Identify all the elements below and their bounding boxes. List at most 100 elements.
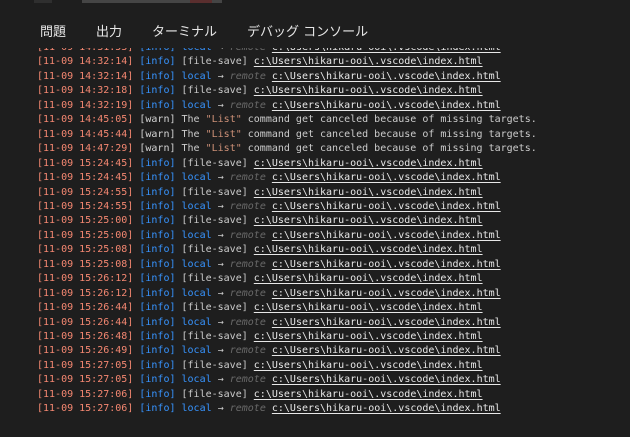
log-level: [info] (139, 244, 176, 256)
file-path-link[interactable]: c:\Users\hikaru-ooi\.vscode\index.html (254, 360, 483, 371)
arrow-icon: → (217, 70, 224, 82)
log-timestamp: [11-09 15:26:48] (37, 331, 134, 342)
tab-debug-console[interactable]: デバッグ コンソール (247, 16, 368, 50)
log-target: remote (229, 70, 266, 82)
file-path-link[interactable]: c:\Users\hikaru-ooi\.vscode\index.html (272, 259, 501, 270)
log-level: [info] (139, 70, 176, 82)
log-level: [info] (139, 345, 176, 357)
log-message-quoted: "List" (205, 128, 242, 140)
log-tag: [file-save] (181, 186, 248, 198)
log-source: local (181, 258, 212, 270)
file-path-link[interactable]: c:\Users\hikaru-ooi\.vscode\index.html (254, 85, 483, 96)
log-line: [11-09 14:47:29] [warn] The "List" comma… (37, 142, 537, 156)
log-source: local (181, 374, 212, 386)
log-timestamp: [11-09 15:26:44] (37, 316, 134, 328)
file-path-link[interactable]: c:\Users\hikaru-ooi\.vscode\index.html (272, 100, 501, 111)
arrow-icon: → (217, 229, 224, 241)
file-path-link[interactable]: c:\Users\hikaru-ooi\.vscode\index.html (254, 273, 483, 284)
log-line: [11-09 15:27:05] [info] [file-save] c:\U… (37, 359, 483, 373)
log-timestamp: [11-09 15:27:05] (37, 374, 134, 386)
log-timestamp: [11-09 15:26:12] (37, 287, 134, 299)
log-line: [11-09 14:32:14] [info] [file-save] c:\U… (37, 55, 483, 69)
log-target: remote (229, 229, 266, 241)
log-tag: [file-save] (181, 215, 248, 227)
file-path-link[interactable]: c:\Users\hikaru-ooi\.vscode\index.html (254, 302, 483, 313)
file-path-link[interactable]: c:\Users\hikaru-ooi\.vscode\index.html (272, 201, 501, 212)
log-message: command get canceled because of missing … (241, 114, 537, 126)
log-target: remote (229, 374, 266, 386)
log-target: remote (229, 403, 266, 415)
log-target: remote (229, 172, 266, 184)
file-path-link[interactable]: c:\Users\hikaru-ooi\.vscode\index.html (254, 187, 483, 198)
file-path-link[interactable]: c:\Users\hikaru-ooi\.vscode\index.html (272, 317, 501, 328)
log-tag: [file-save] (181, 331, 248, 342)
log-target: remote (229, 99, 266, 111)
log-level: [info] (139, 157, 176, 169)
tab-output[interactable]: 出力 (96, 16, 122, 50)
file-path-link[interactable]: c:\Users\hikaru-ooi\.vscode\index.html (272, 48, 501, 53)
file-path-link[interactable]: c:\Users\hikaru-ooi\.vscode\index.html (272, 172, 501, 183)
log-line: [11-09 15:26:12] [info] [file-save] c:\U… (37, 272, 483, 286)
log-source: local (181, 229, 212, 241)
log-level: [info] (139, 215, 176, 227)
file-path-link[interactable]: c:\Users\hikaru-ooi\.vscode\index.html (272, 403, 501, 414)
file-path-link[interactable]: c:\Users\hikaru-ooi\.vscode\index.html (272, 288, 501, 299)
arrow-icon: → (217, 99, 224, 111)
log-line: [11-09 14:32:19] [info] local → remote c… (37, 99, 501, 113)
log-timestamp: [11-09 14:32:14] (37, 56, 134, 68)
log-level: [info] (139, 287, 176, 299)
log-line: [11-09 15:25:08] [info] local → remote c… (37, 258, 501, 272)
file-path-link[interactable]: c:\Users\hikaru-ooi\.vscode\index.html (254, 56, 483, 67)
log-timestamp: [11-09 15:24:55] (37, 200, 134, 212)
file-path-link[interactable]: c:\Users\hikaru-ooi\.vscode\index.html (272, 230, 501, 241)
log-source: local (181, 200, 212, 212)
file-path-link[interactable]: c:\Users\hikaru-ooi\.vscode\index.html (254, 331, 483, 342)
editor-text-fragment (190, 0, 212, 3)
log-level: [info] (139, 359, 176, 371)
log-timestamp: [11-09 15:27:05] (37, 359, 134, 371)
file-path-link[interactable]: c:\Users\hikaru-ooi\.vscode\index.html (272, 374, 501, 385)
log-level: [info] (139, 99, 176, 111)
arrow-icon: → (217, 258, 224, 270)
log-level: [info] (139, 374, 176, 386)
file-path-link[interactable]: c:\Users\hikaru-ooi\.vscode\index.html (254, 158, 483, 169)
log-timestamp: [11-09 14:32:19] (37, 99, 134, 111)
file-path-link[interactable]: c:\Users\hikaru-ooi\.vscode\index.html (254, 215, 483, 226)
log-tag: [file-save] (181, 157, 248, 169)
log-timestamp: [11-09 15:25:00] (37, 215, 134, 227)
arrow-icon: → (217, 345, 224, 357)
file-path-link[interactable]: c:\Users\hikaru-ooi\.vscode\index.html (254, 389, 483, 400)
log-level: [info] (139, 302, 176, 314)
log-level: [info] (139, 316, 176, 328)
log-target: remote (229, 287, 266, 299)
log-level: [info] (139, 200, 176, 212)
file-path-link[interactable]: c:\Users\hikaru-ooi\.vscode\index.html (254, 244, 483, 255)
log-level: [info] (139, 403, 176, 415)
arrow-icon: → (217, 403, 224, 415)
log-level: [info] (139, 229, 176, 241)
log-line: [11-09 15:24:55] [info] [file-save] c:\U… (37, 186, 483, 200)
log-tag: [file-save] (181, 359, 248, 371)
tab-problems[interactable]: 問題 (40, 16, 66, 50)
log-message: The (181, 114, 206, 126)
log-timestamp: [11-09 14:45:05] (37, 114, 134, 126)
log-target: remote (229, 258, 266, 270)
tab-terminal[interactable]: ターミナル (152, 16, 217, 50)
arrow-icon: → (217, 172, 224, 184)
log-source: local (181, 99, 212, 111)
log-timestamp: [11-09 15:25:00] (37, 229, 134, 241)
log-line: [11-09 15:26:49] [info] local → remote c… (37, 344, 501, 358)
log-line: [11-09 15:25:00] [info] local → remote c… (37, 229, 501, 243)
log-line: [11-09 15:25:00] [info] [file-save] c:\U… (37, 214, 483, 228)
editor-top-remnant (0, 0, 630, 16)
log-timestamp: [11-09 15:26:12] (37, 273, 134, 285)
log-target: remote (229, 316, 266, 328)
log-source: local (181, 403, 212, 415)
log-line: [11-09 15:26:44] [info] [file-save] c:\U… (37, 301, 483, 315)
output-log[interactable]: [11-09 14:31:53] [info] local → remote c… (0, 48, 630, 428)
log-source: local (181, 287, 212, 299)
log-line: [11-09 15:24:45] [info] [file-save] c:\U… (37, 157, 483, 171)
file-path-link[interactable]: c:\Users\hikaru-ooi\.vscode\index.html (272, 71, 501, 82)
file-path-link[interactable]: c:\Users\hikaru-ooi\.vscode\index.html (272, 345, 501, 356)
panel-tab-bar: 問題 出力 ターミナル デバッグ コンソール (0, 16, 630, 50)
